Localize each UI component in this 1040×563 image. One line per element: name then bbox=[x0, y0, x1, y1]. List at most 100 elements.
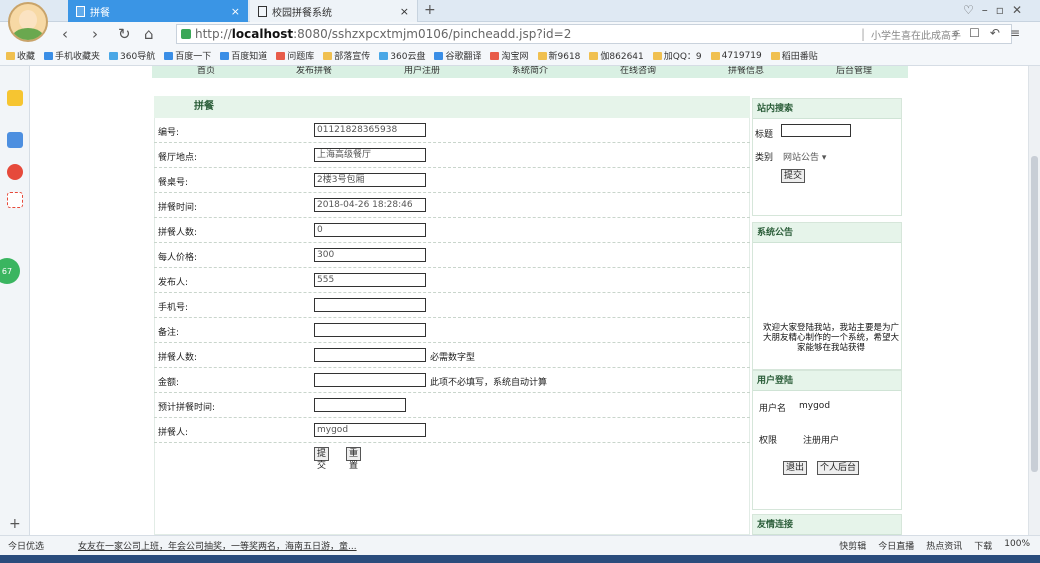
close-icon[interactable]: × bbox=[231, 5, 240, 18]
field-label: 金额: bbox=[158, 378, 180, 388]
url-input[interactable]: http:// localhost :8080/sshzxpcxtmjm0106… bbox=[176, 24, 1012, 44]
fav-item[interactable]: 收藏 bbox=[6, 49, 35, 62]
fav-item[interactable]: 问题库 bbox=[276, 49, 314, 62]
remark-field[interactable] bbox=[314, 323, 426, 337]
fav-item[interactable]: 伽862641 bbox=[589, 49, 644, 62]
site-nav: 首页 发布拼餐 用户注册 系统简介 在线咨询 拼餐信息 后台管理 bbox=[152, 66, 908, 78]
cloud-icon bbox=[379, 51, 389, 60]
search-title-input[interactable] bbox=[781, 124, 851, 137]
back-icon[interactable]: ‹ bbox=[62, 25, 68, 43]
fav-item[interactable]: 360导航 bbox=[109, 49, 155, 62]
close-icon[interactable]: × bbox=[400, 5, 409, 18]
weibo-icon[interactable] bbox=[7, 164, 23, 180]
form-row: 拼餐时间: 2018-04-26 18:28:46 bbox=[154, 193, 750, 218]
today-pick[interactable]: 今日优选 bbox=[0, 539, 78, 552]
shield-icon bbox=[181, 29, 191, 39]
field-label: 拼餐人数: bbox=[158, 228, 198, 238]
taobao-icon bbox=[490, 51, 500, 60]
personal-backend-button[interactable]: 个人后台 bbox=[817, 461, 860, 475]
field-label: 发布人: bbox=[158, 278, 189, 288]
tab-inactive[interactable]: 校园拼餐系统 × bbox=[250, 0, 418, 22]
amount-field[interactable] bbox=[314, 373, 426, 387]
nav-item-register[interactable]: 用户注册 bbox=[368, 66, 476, 78]
publisher-field[interactable]: 555 bbox=[314, 273, 426, 287]
role-label: 权限 bbox=[759, 436, 778, 446]
badge-counter[interactable]: 67 bbox=[0, 258, 20, 284]
fav-item[interactable]: 新9618 bbox=[537, 49, 580, 62]
reset-button[interactable]: 重置 bbox=[346, 447, 362, 471]
fav-item[interactable]: 谷歌翻译 bbox=[434, 49, 481, 62]
folder-icon bbox=[710, 51, 720, 60]
table-field[interactable]: 2楼3号包厢 bbox=[314, 173, 426, 187]
notice-panel-title: 系统公告 bbox=[753, 223, 901, 243]
fav-item[interactable]: 淘宝网 bbox=[490, 49, 529, 62]
field-label: 备注: bbox=[158, 328, 180, 338]
zoom-level[interactable]: 100% bbox=[1004, 539, 1030, 552]
restaurant-field[interactable]: 上海高级餐厅 bbox=[314, 148, 426, 162]
clip-tool[interactable]: 快剪辑 bbox=[839, 539, 866, 552]
phone-field[interactable] bbox=[314, 298, 426, 312]
fav-item[interactable]: 百度一下 bbox=[164, 49, 211, 62]
scrollbar[interactable] bbox=[1028, 66, 1040, 535]
links-panel: 友情连接 bbox=[752, 514, 902, 535]
plus-icon[interactable]: + bbox=[9, 516, 21, 532]
page-content: 首页 发布拼餐 用户注册 系统简介 在线咨询 拼餐信息 后台管理 拼餐 编号: … bbox=[30, 66, 1028, 535]
folder-icon bbox=[589, 51, 599, 60]
time-field[interactable]: 2018-04-26 18:28:46 bbox=[314, 198, 426, 212]
fav-item[interactable]: 加QQ：9 bbox=[652, 49, 702, 62]
notice-panel: 系统公告 欢迎大家登陆我站，我站主要是为广大朋友精心制作的一个系统，希望大家能够… bbox=[752, 222, 902, 370]
news-ticker[interactable]: 女友在一家公司上班，年会公司抽奖，一等奖两名，海南五日游，童... bbox=[78, 539, 598, 552]
star-icon[interactable] bbox=[7, 90, 23, 106]
fav-item[interactable]: 稻田番贴 bbox=[770, 49, 818, 62]
search-submit-button[interactable]: 提交 bbox=[781, 169, 806, 183]
download-tool[interactable]: 下载 bbox=[974, 539, 992, 552]
page-icon bbox=[258, 5, 267, 17]
login-panel: 用户登陆 用户名 mygod 权限 注册用户 退出 个人后台 bbox=[752, 370, 902, 510]
field-label: 餐桌号: bbox=[158, 178, 189, 188]
nav-item-about[interactable]: 系统简介 bbox=[476, 66, 584, 78]
toolbar-right-icons[interactable]: ⌕☐↶≡ bbox=[952, 26, 1030, 41]
nav-item-home[interactable]: 首页 bbox=[152, 66, 260, 78]
price-field[interactable]: 300 bbox=[314, 248, 426, 262]
fav-item[interactable]: 4719719 bbox=[710, 51, 762, 61]
mail-icon[interactable] bbox=[7, 192, 23, 208]
scrollbar-thumb[interactable] bbox=[1031, 156, 1038, 472]
nav-item-consult[interactable]: 在线咨询 bbox=[584, 66, 692, 78]
new-tab-icon[interactable]: + bbox=[424, 2, 436, 18]
id-field[interactable]: 01121828365938 bbox=[314, 123, 426, 137]
home-icon[interactable]: ⌂ bbox=[144, 25, 154, 43]
fav-item[interactable]: 360云盘 bbox=[379, 49, 425, 62]
forward-icon[interactable]: › bbox=[92, 25, 98, 43]
join-count-field[interactable] bbox=[314, 348, 426, 362]
submit-button[interactable]: 提交 bbox=[314, 447, 330, 471]
form-row: 预计拼餐时间: bbox=[154, 393, 750, 418]
logout-button[interactable]: 退出 bbox=[783, 461, 808, 475]
fav-item[interactable]: 部落宣传 bbox=[323, 49, 370, 62]
live-tool[interactable]: 今日直播 bbox=[878, 539, 914, 552]
fav-item[interactable]: 百度知道 bbox=[220, 49, 267, 62]
form-row: 发布人: 555 bbox=[154, 268, 750, 293]
nav-item-publish[interactable]: 发布拼餐 bbox=[260, 66, 368, 78]
field-label: 餐厅地点: bbox=[158, 153, 198, 163]
people-count-field[interactable]: 0 bbox=[314, 223, 426, 237]
expected-time-field[interactable] bbox=[314, 398, 406, 412]
folder-icon bbox=[652, 51, 662, 60]
notes-icon[interactable] bbox=[7, 132, 23, 148]
category-select[interactable]: 网站公告 ▾ bbox=[783, 150, 826, 163]
folder-icon bbox=[323, 51, 333, 60]
joiner-field[interactable]: mygod bbox=[314, 423, 426, 437]
refresh-icon[interactable]: ↻ bbox=[118, 25, 131, 43]
hotnews-tool[interactable]: 热点资讯 bbox=[926, 539, 962, 552]
field-label: 拼餐时间: bbox=[158, 203, 198, 213]
form-row: 餐桌号: 2楼3号包厢 bbox=[154, 168, 750, 193]
field-label: 拼餐人: bbox=[158, 428, 189, 438]
tab-active[interactable]: 拼餐 × bbox=[68, 0, 248, 22]
window-controls[interactable]: ♡–▫✕ bbox=[963, 3, 1030, 17]
nav-item-info[interactable]: 拼餐信息 bbox=[692, 66, 800, 78]
fav-item[interactable]: 手机收藏夹 bbox=[44, 49, 100, 62]
form-row: 备注: bbox=[154, 318, 750, 343]
field-hint: 必需数字型 bbox=[430, 353, 476, 363]
nav-icon bbox=[109, 51, 119, 60]
avatar[interactable] bbox=[8, 2, 48, 42]
nav-item-admin[interactable]: 后台管理 bbox=[800, 66, 908, 78]
